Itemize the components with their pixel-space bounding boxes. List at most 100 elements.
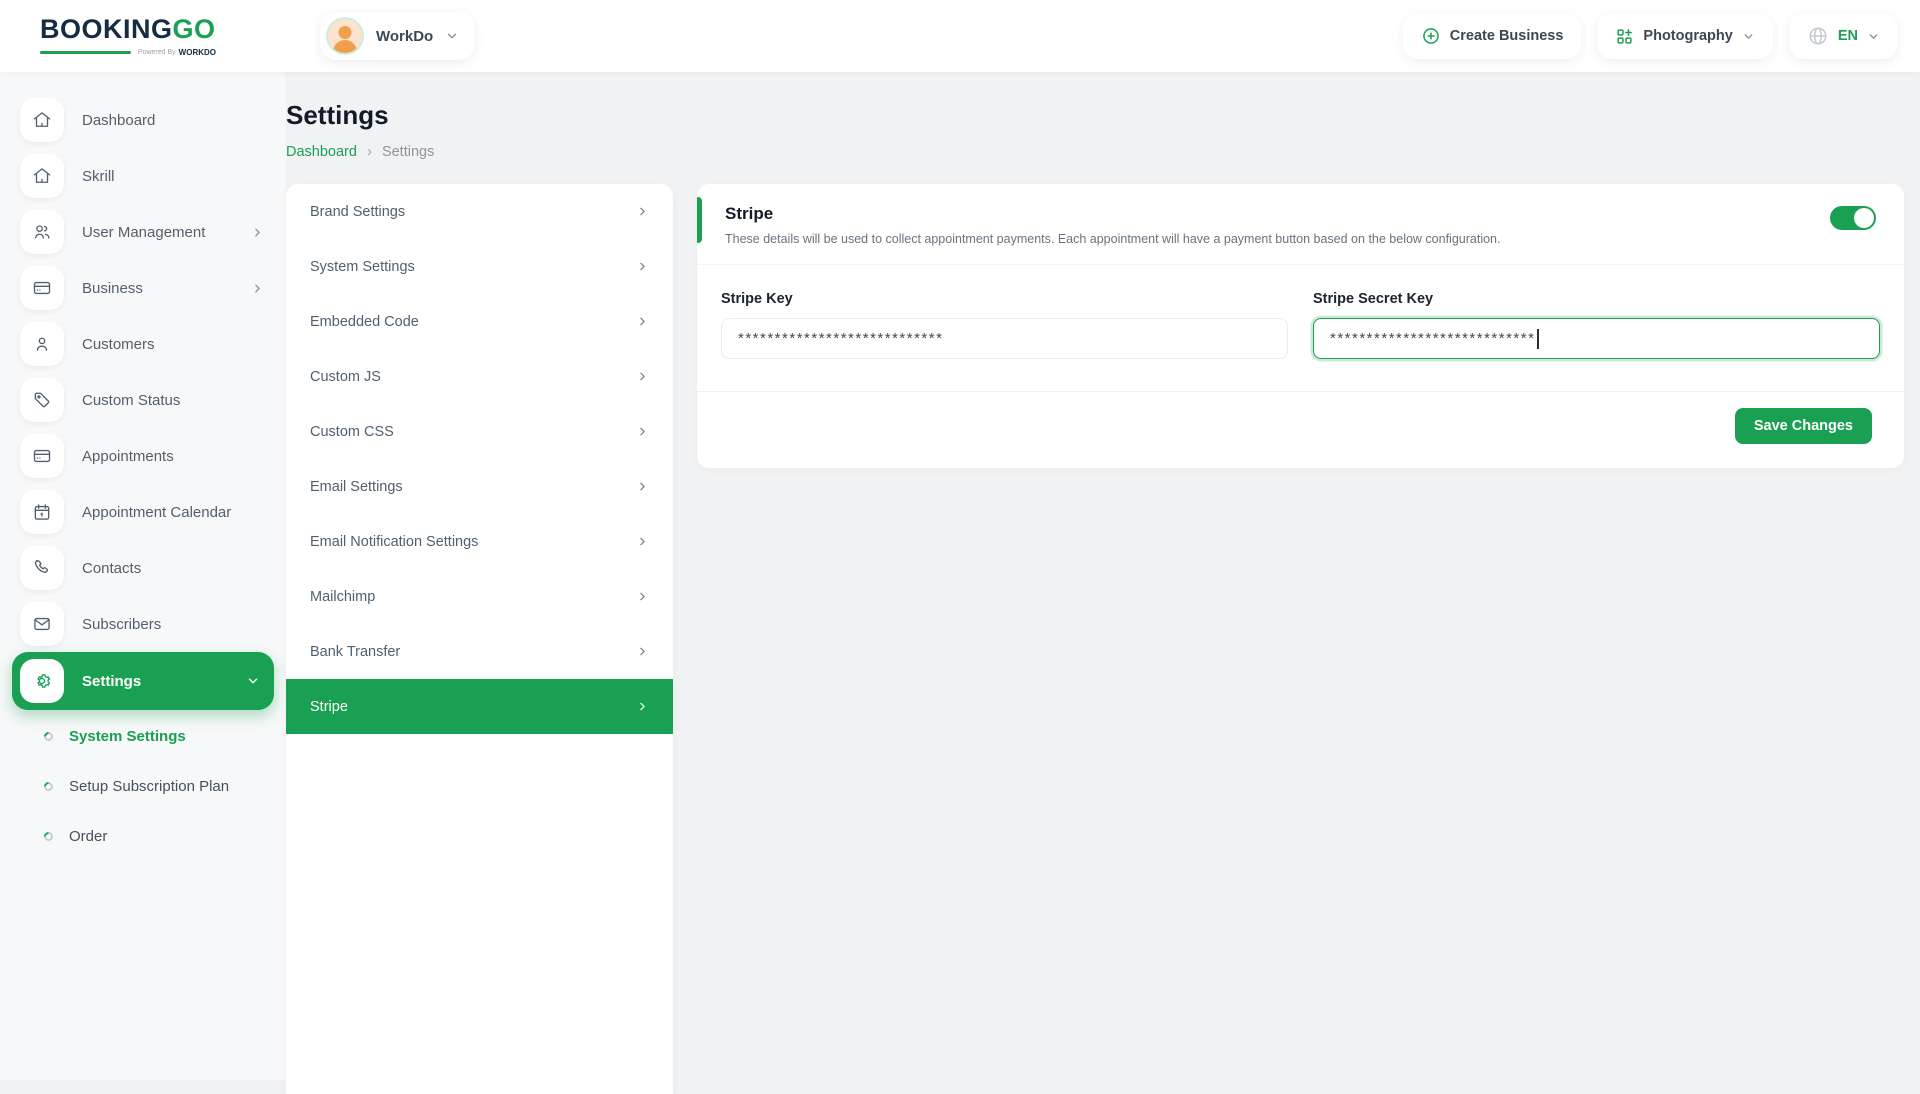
- text-caret: [1537, 329, 1539, 349]
- home-icon: [20, 98, 64, 142]
- sidebar-item-label: Appointments: [82, 448, 174, 465]
- save-changes-button[interactable]: Save Changes: [1735, 408, 1872, 444]
- chevron-right-icon: [636, 480, 649, 493]
- breadcrumb-dashboard-link[interactable]: Dashboard: [286, 144, 357, 160]
- toggle-knob: [1854, 208, 1874, 228]
- sidebar-item-contacts[interactable]: Contacts: [0, 540, 286, 596]
- create-business-label: Create Business: [1450, 28, 1564, 44]
- stripe-secret-key-field-group: Stripe Secret Key **********************…: [1313, 291, 1880, 359]
- main-content: Settings Dashboard › Settings Brand Sett…: [286, 72, 1920, 1080]
- settings-menu-panel: Brand Settings System Settings Embedded …: [286, 184, 673, 1094]
- plus-circle-icon: [1421, 26, 1441, 46]
- sidebar-item-label: Contacts: [82, 560, 141, 577]
- settings-menu-item-email-settings[interactable]: Email Settings: [286, 459, 673, 514]
- sidebar-item-subscribers[interactable]: Subscribers: [0, 596, 286, 652]
- credit-card-icon: [20, 434, 64, 478]
- sidebar-item-label: Appointment Calendar: [82, 504, 231, 521]
- sidebar-item-business[interactable]: Business: [0, 260, 286, 316]
- globe-icon: [1807, 25, 1829, 47]
- app-logo: BOOKINGGO Powered By WORKDO: [40, 16, 216, 57]
- workspace-avatar: [326, 17, 364, 55]
- bullet-icon: [42, 830, 55, 843]
- stripe-enabled-toggle[interactable]: [1830, 206, 1876, 230]
- sidebar-item-dashboard[interactable]: Dashboard: [0, 92, 286, 148]
- sidebar-subitem-label: Setup Subscription Plan: [69, 778, 229, 795]
- settings-menu-item-system-settings[interactable]: System Settings: [286, 239, 673, 294]
- settings-menu-item-email-notification-settings[interactable]: Email Notification Settings: [286, 514, 673, 569]
- settings-menu-item-embedded-code[interactable]: Embedded Code: [286, 294, 673, 349]
- bullet-icon: [42, 780, 55, 793]
- language-label: EN: [1838, 28, 1858, 44]
- workspace-dropdown[interactable]: WorkDo: [320, 12, 475, 60]
- stripe-card-footer: Save Changes: [697, 391, 1904, 468]
- chevron-right-icon: [636, 205, 649, 218]
- settings-menu-item-mailchimp[interactable]: Mailchimp: [286, 569, 673, 624]
- workspace-label: WorkDo: [376, 28, 433, 45]
- chevron-right-icon: [636, 645, 649, 658]
- create-business-button[interactable]: Create Business: [1403, 13, 1582, 59]
- chevron-down-icon: [1742, 30, 1755, 43]
- settings-menu-item-custom-css[interactable]: Custom CSS: [286, 404, 673, 459]
- chevron-right-icon: [636, 590, 649, 603]
- logo-text-accent: GO: [173, 14, 216, 44]
- sidebar-item-customers[interactable]: Customers: [0, 316, 286, 372]
- stripe-card-description: These details will be used to collect ap…: [725, 232, 1876, 246]
- sidebar-item-label: Customers: [82, 336, 155, 353]
- settings-menu-item-bank-transfer[interactable]: Bank Transfer: [286, 624, 673, 679]
- stripe-key-field-group: Stripe Key ****************************: [721, 291, 1288, 359]
- sidebar-nav: Dashboard Skrill User Management Busines…: [0, 72, 286, 1080]
- sidebar-item-skrill[interactable]: Skrill: [0, 148, 286, 204]
- page-title: Settings: [286, 100, 1904, 131]
- sidebar-item-custom-status[interactable]: Custom Status: [0, 372, 286, 428]
- stripe-key-input[interactable]: ****************************: [721, 318, 1288, 359]
- chevron-right-icon: [636, 535, 649, 548]
- logo-text: BOOKING: [40, 14, 173, 44]
- sidebar-subitem-order[interactable]: Order: [0, 812, 286, 860]
- chevron-down-icon: [445, 29, 459, 43]
- stripe-key-label: Stripe Key: [721, 291, 1288, 307]
- settings-menu-item-label: Bank Transfer: [310, 644, 400, 660]
- stripe-card-title: Stripe: [725, 204, 1876, 224]
- settings-menu-item-label: Custom CSS: [310, 424, 394, 440]
- calendar-icon: [20, 490, 64, 534]
- users-icon: [20, 210, 64, 254]
- chevron-right-icon: [636, 425, 649, 438]
- business-selector-label: Photography: [1643, 28, 1732, 44]
- settings-menu-item-label: System Settings: [310, 259, 415, 275]
- stripe-secret-key-value: ****************************: [1330, 330, 1535, 347]
- sidebar-item-user-management[interactable]: User Management: [0, 204, 286, 260]
- settings-menu-item-label: Stripe: [310, 699, 348, 715]
- sidebar-subitem-system-settings[interactable]: System Settings: [0, 712, 286, 760]
- sidebar-item-label: Dashboard: [82, 112, 155, 129]
- sidebar-subitem-setup-subscription-plan[interactable]: Setup Subscription Plan: [0, 762, 286, 810]
- sidebar-item-label: Business: [82, 280, 143, 297]
- settings-menu-item-label: Mailchimp: [310, 589, 375, 605]
- sidebar-item-appointment-calendar[interactable]: Appointment Calendar: [0, 484, 286, 540]
- sidebar-item-label: Skrill: [82, 168, 115, 185]
- sidebar-item-label: Subscribers: [82, 616, 161, 633]
- top-header: BOOKINGGO Powered By WORKDO WorkDo Creat…: [0, 0, 1920, 72]
- sidebar-subitem-label: Order: [69, 828, 107, 845]
- stripe-settings-card: Stripe These details will be used to col…: [697, 184, 1904, 468]
- breadcrumb: Dashboard › Settings: [286, 143, 1904, 160]
- stripe-secret-key-input[interactable]: ****************************: [1313, 318, 1880, 359]
- settings-menu-item-label: Brand Settings: [310, 204, 405, 220]
- settings-menu-item-label: Email Settings: [310, 479, 403, 495]
- card-accent-bar: [697, 197, 702, 243]
- sidebar-item-appointments[interactable]: Appointments: [0, 428, 286, 484]
- credit-card-icon: [20, 266, 64, 310]
- business-selector-dropdown[interactable]: Photography: [1597, 13, 1772, 59]
- settings-menu-item-label: Custom JS: [310, 369, 381, 385]
- stripe-secret-key-label: Stripe Secret Key: [1313, 291, 1880, 307]
- settings-menu-item-custom-js[interactable]: Custom JS: [286, 349, 673, 404]
- grid-plus-icon: [1615, 27, 1634, 46]
- settings-menu-item-brand-settings[interactable]: Brand Settings: [286, 184, 673, 239]
- language-dropdown[interactable]: EN: [1789, 13, 1898, 59]
- chevron-right-icon: [251, 282, 264, 295]
- sidebar-item-label: User Management: [82, 224, 205, 241]
- gear-icon: [20, 659, 64, 703]
- mail-icon: [20, 602, 64, 646]
- settings-menu-item-stripe[interactable]: Stripe: [286, 679, 673, 734]
- sidebar-item-settings[interactable]: Settings: [12, 652, 274, 710]
- sidebar-item-label: Settings: [82, 673, 141, 690]
